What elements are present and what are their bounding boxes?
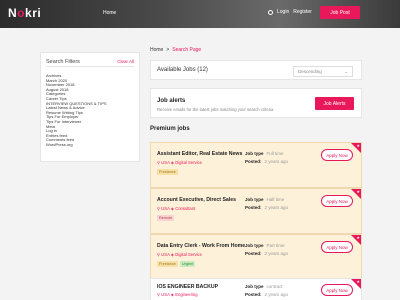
star-icon: ★ [356,189,360,194]
job-category[interactable]: Digital Service [175,160,202,165]
job-posted: Posted: 2 years ago [245,251,289,256]
job-card[interactable]: ★ IOS ENGINEER BACKUP ⚲ USA ◈ Engineerin… [150,278,362,300]
location-pin-icon: ⚲ [157,252,161,257]
register-link[interactable]: Register [293,9,312,15]
site-header: Nokri Home Login Register Job Post [0,0,400,28]
job-type: Job type Full time [245,151,284,156]
sidebar-header: Search Filters Clear All [46,57,134,67]
job-title[interactable]: Data Entry Clerk - Work From Home [157,243,245,249]
tag-freelance: Freelance [157,261,178,267]
job-type: Job type Half time [245,197,285,202]
auth-links: Login Register [268,9,312,15]
apply-now-button[interactable]: Apply Now [321,241,353,253]
star-icon: ★ [356,143,360,148]
job-posted: Posted: 2 years ago [245,205,289,210]
location-pin-icon: ⚲ [157,160,161,165]
job-meta: ⚲ USA ◈ Digital Service [157,252,202,257]
nav-home-link[interactable]: Home [103,10,116,16]
job-alerts-card: Job alerts Receive emails for the latest… [150,88,362,118]
sidebar-link[interactable]: WordPress.org [46,142,134,148]
login-link[interactable]: Login [277,9,289,15]
breadcrumb: Home > Search Page [150,47,201,53]
job-meta: ⚲ USA ◈ Consultant [157,206,195,211]
breadcrumb-home[interactable]: Home [150,47,163,53]
job-location: USA [161,292,170,297]
location-pin-icon: ⚲ [157,292,161,297]
job-location: USA [161,206,170,211]
job-title[interactable]: Assistant Editor, Real Estate News [157,151,242,157]
job-location: USA [161,252,170,257]
apply-now-button[interactable]: Apply Now [321,195,353,207]
job-card[interactable]: ★ Assistant Editor, Real Estate News ⚲ U… [150,142,362,188]
sort-select[interactable]: Descending ⌄ [293,66,353,77]
tag-freelance: Freelance [157,169,178,175]
job-category[interactable]: Consultant [175,206,195,211]
tag-remote: Remote [157,215,175,221]
job-meta: ⚲ USA ◈ Digital Service [157,160,202,165]
job-posted: Posted: 2 years ago [245,292,289,297]
job-card[interactable]: ★ Account Executive, Direct Sales ⚲ USA … [150,188,362,234]
job-tags: Remote [157,215,175,221]
job-title[interactable]: Account Executive, Direct Sales [157,197,236,203]
search-filters-sidebar: Search Filters Clear All Archives March … [40,52,140,162]
job-title[interactable]: IOS ENGINEER BACKUP [157,284,218,290]
job-tags: Freelance [157,169,178,175]
star-icon: ★ [356,279,360,284]
tag-urgent: Urgent [179,261,196,267]
job-type: Job type contract [245,284,283,289]
job-alerts-description: Receive emails for the latest jobs match… [157,107,274,112]
sidebar-list: Archives March 2020 November 2018 August… [46,73,134,148]
chevron-down-icon: ⌄ [344,68,348,74]
job-meta: ⚲ USA ◈ Engineering [157,292,198,297]
job-alerts-title: Job alerts [157,98,186,104]
job-tags: Freelance Urgent [157,261,196,267]
apply-now-button[interactable]: Apply Now [321,284,353,296]
job-post-button[interactable]: Job Post [320,6,360,19]
available-jobs-bar: Available Jobs (12) Descending ⌄ [150,60,362,80]
job-category[interactable]: Digital Service [175,252,202,257]
star-icon: ★ [356,235,360,240]
breadcrumb-current: Search Page [172,47,202,53]
clear-all-link[interactable]: Clear All [117,59,134,64]
location-pin-icon: ⚲ [157,206,161,211]
premium-jobs-heading: Premium jobs [150,126,190,132]
breadcrumb-separator: > [166,47,170,53]
job-posted: Posted: 2 years ago [245,159,289,164]
sidebar-title: Search Filters [46,58,80,65]
job-type: Job type Part time [245,243,285,248]
job-category[interactable]: Engineering [175,292,197,297]
user-icon [268,9,273,15]
site-logo[interactable]: Nokri [8,6,41,20]
job-alerts-button[interactable]: Job Alerts [315,97,354,110]
apply-now-button[interactable]: Apply Now [321,149,353,161]
available-jobs-count: Available Jobs (12) [157,67,208,73]
sort-value: Descending [298,69,322,74]
job-location: USA [161,160,170,165]
job-card[interactable]: ★ Data Entry Clerk - Work From Home ⚲ US… [150,234,362,280]
